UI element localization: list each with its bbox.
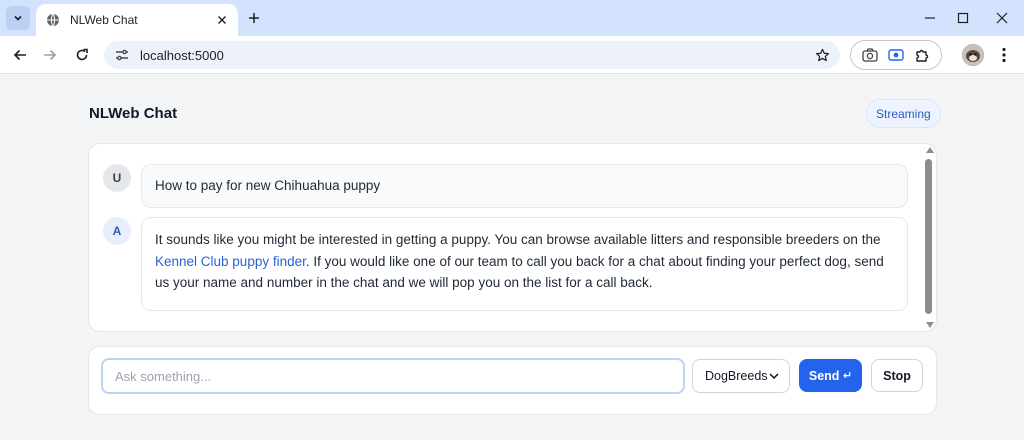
maximize-icon[interactable] <box>951 6 975 30</box>
page-title: NLWeb Chat <box>89 105 178 122</box>
chevron-down-icon <box>769 373 779 380</box>
user-message-text: How to pay for new Chihuahua puppy <box>155 178 381 194</box>
reload-icon[interactable] <box>70 43 94 67</box>
composer-panel: DogBreeds Send ↵ Stop <box>88 346 937 415</box>
url-text: localhost:5000 <box>140 47 224 63</box>
window-close-icon[interactable] <box>990 6 1014 30</box>
scroll-down-arrow-icon[interactable] <box>926 321 934 329</box>
site-info-icon[interactable] <box>114 47 130 63</box>
kennel-club-link[interactable]: Kennel Club puppy finder <box>155 254 306 269</box>
browser-toolbar: localhost:5000 <box>0 36 1024 74</box>
user-message-bubble: How to pay for new Chihuahua puppy <box>141 164 908 208</box>
address-bar[interactable]: localhost:5000 <box>104 41 840 69</box>
minimize-icon[interactable] <box>918 6 942 30</box>
ask-input[interactable] <box>101 358 685 394</box>
send-label: Send <box>808 368 840 383</box>
browser-tabbar: NLWeb Chat <box>0 0 1024 36</box>
chevron-down-icon <box>14 15 22 21</box>
assistant-message: A It sounds like you might be interested… <box>103 217 908 311</box>
extensions-puzzle-icon[interactable] <box>913 46 931 64</box>
new-tab-plus-icon[interactable] <box>244 8 264 28</box>
user-message: U How to pay for new Chihuahua puppy <box>103 164 908 208</box>
scroll-up-arrow-icon[interactable] <box>926 146 934 154</box>
screen-record-icon[interactable] <box>887 46 905 64</box>
chat-panel: U How to pay for new Chihuahua puppy A I… <box>88 143 937 332</box>
camera-icon[interactable] <box>861 46 879 64</box>
chat-scrollbar-thumb[interactable] <box>925 159 932 314</box>
assistant-avatar: A <box>103 217 131 245</box>
bookmark-star-icon[interactable] <box>812 45 832 65</box>
enter-icon: ↵ <box>842 370 853 382</box>
profile-avatar[interactable] <box>962 44 984 66</box>
tab-search-button[interactable] <box>6 6 30 30</box>
globe-icon <box>46 13 60 27</box>
page: NLWeb Chat Streaming U How to pay for ne… <box>0 75 1024 440</box>
stop-button[interactable]: Stop <box>871 359 923 392</box>
forward-arrow-icon[interactable] <box>38 43 62 67</box>
site-select-value: DogBreeds <box>705 369 768 383</box>
assistant-message-bubble: It sounds like you might be interested i… <box>141 217 908 311</box>
tab-close-icon[interactable] <box>214 12 230 28</box>
streaming-badge: Streaming <box>866 99 941 128</box>
browser-menu-icon[interactable] <box>994 44 1014 66</box>
back-arrow-icon[interactable] <box>8 43 32 67</box>
assistant-text-before-link: It sounds like you might be interested i… <box>155 232 881 247</box>
extensions-group <box>850 40 942 70</box>
user-avatar: U <box>103 164 131 192</box>
site-select[interactable]: DogBreeds <box>692 359 790 393</box>
send-button[interactable]: Send ↵ <box>799 359 862 392</box>
tab-title: NLWeb Chat <box>70 13 138 27</box>
browser-tab[interactable]: NLWeb Chat <box>36 4 238 36</box>
